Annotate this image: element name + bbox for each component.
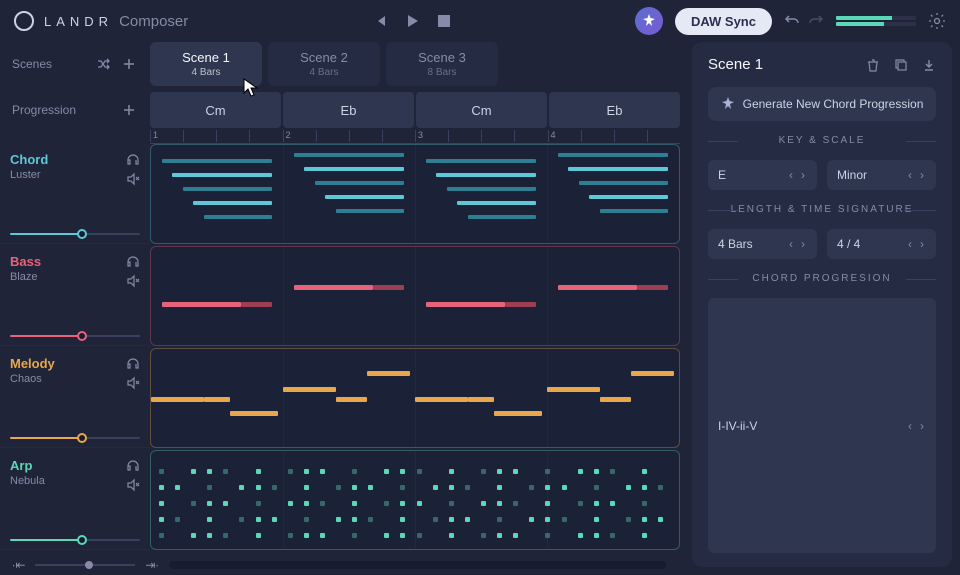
- ai-magic-button[interactable]: [635, 7, 663, 35]
- length-next-icon[interactable]: ›: [799, 237, 807, 251]
- clip-area[interactable]: [150, 348, 680, 448]
- ruler-bar-number: 4: [548, 130, 556, 142]
- timesig-next-icon[interactable]: ›: [918, 237, 926, 251]
- track-row: Chord Luster: [0, 144, 688, 244]
- output-meter: [836, 16, 916, 26]
- scene-bars: 8 Bars: [428, 67, 457, 78]
- section-key-scale: KEY & SCALE: [708, 135, 936, 146]
- prev-icon[interactable]: [371, 12, 389, 30]
- timesig-prev-icon[interactable]: ‹: [906, 237, 914, 251]
- track-row: Bass Blaze: [0, 246, 688, 346]
- h-zoom-out-icon[interactable]: ∙⇤: [12, 558, 25, 572]
- scene-name: Scene 3: [418, 50, 466, 65]
- track-row: Arp Nebula: [0, 450, 688, 550]
- key-value: E: [718, 168, 726, 182]
- volume-slider[interactable]: [10, 233, 140, 235]
- ruler-bar-number: 3: [415, 130, 423, 142]
- ruler-bar-number: 2: [283, 130, 291, 142]
- duplicate-icon[interactable]: [894, 58, 908, 72]
- track-preset: Chaos: [10, 373, 55, 385]
- scale-prev-icon[interactable]: ‹: [906, 168, 914, 182]
- chord-cell[interactable]: Cm: [416, 92, 547, 128]
- mute-icon[interactable]: [126, 376, 140, 390]
- inspector-title: Scene 1: [708, 56, 763, 73]
- mute-icon[interactable]: [126, 478, 140, 492]
- h-zoom-in-icon[interactable]: ⇥∙: [145, 558, 158, 572]
- timesig-value: 4 / 4: [837, 237, 860, 251]
- horizontal-scrollbar[interactable]: [169, 561, 666, 569]
- key-selector[interactable]: E ‹ ›: [708, 160, 817, 190]
- length-prev-icon[interactable]: ‹: [787, 237, 795, 251]
- redo-icon[interactable]: [808, 13, 824, 29]
- brand-name: LANDR: [44, 14, 113, 29]
- track-name: Bass: [10, 254, 41, 269]
- scale-value: Minor: [837, 168, 867, 182]
- track-name: Chord: [10, 152, 48, 167]
- mute-icon[interactable]: [126, 172, 140, 186]
- scale-next-icon[interactable]: ›: [918, 168, 926, 182]
- export-icon[interactable]: [922, 58, 936, 72]
- daw-sync-button[interactable]: DAW Sync: [675, 8, 772, 35]
- scene-name: Scene 2: [300, 50, 348, 65]
- clip-area[interactable]: [150, 450, 680, 550]
- generate-progression-label: Generate New Chord Progression: [743, 97, 924, 111]
- add-scene-icon[interactable]: [120, 55, 138, 73]
- prog-prev-icon[interactable]: ‹: [906, 419, 914, 433]
- headphones-icon[interactable]: [126, 356, 140, 370]
- clip-area[interactable]: [150, 144, 680, 244]
- headphones-icon[interactable]: [126, 254, 140, 268]
- key-prev-icon[interactable]: ‹: [787, 168, 795, 182]
- track-preset: Luster: [10, 169, 48, 181]
- settings-icon[interactable]: [928, 12, 946, 30]
- play-icon[interactable]: [403, 12, 421, 30]
- scene-tab[interactable]: Scene 2 4 Bars: [268, 42, 380, 86]
- shuffle-scenes-icon[interactable]: [96, 57, 110, 71]
- progression-selector[interactable]: I-IV-ii-V ‹ ›: [708, 298, 936, 553]
- scene-bars: 4 Bars: [310, 67, 339, 78]
- clip-area[interactable]: [150, 246, 680, 346]
- progression-value: I-IV-ii-V: [718, 419, 757, 433]
- scenes-label: Scenes: [12, 57, 52, 71]
- logo-icon: [14, 11, 34, 31]
- stop-icon[interactable]: [435, 12, 453, 30]
- delete-icon[interactable]: [866, 58, 880, 72]
- track-name: Arp: [10, 458, 45, 473]
- timesig-selector[interactable]: 4 / 4 ‹ ›: [827, 229, 936, 259]
- volume-slider[interactable]: [10, 335, 140, 337]
- volume-slider[interactable]: [10, 539, 140, 541]
- length-value: 4 Bars: [718, 237, 753, 251]
- scale-selector[interactable]: Minor ‹ ›: [827, 160, 936, 190]
- section-length: LENGTH & TIME SIGNATURE: [708, 204, 936, 215]
- track-preset: Blaze: [10, 271, 41, 283]
- scene-name: Scene 1: [182, 50, 230, 65]
- track-row: Melody Chaos: [0, 348, 688, 448]
- chord-cell[interactable]: Eb: [283, 92, 414, 128]
- track-name: Melody: [10, 356, 55, 371]
- ruler-bar-number: 1: [150, 130, 158, 142]
- generate-progression-button[interactable]: Generate New Chord Progression: [708, 87, 936, 121]
- key-next-icon[interactable]: ›: [799, 168, 807, 182]
- mute-icon[interactable]: [126, 274, 140, 288]
- undo-icon[interactable]: [784, 13, 800, 29]
- section-progression: CHORD PROGRESION: [708, 273, 936, 284]
- chord-cell[interactable]: Cm: [150, 92, 281, 128]
- app-subtitle: Composer: [119, 13, 188, 30]
- track-preset: Nebula: [10, 475, 45, 487]
- zoom-slider[interactable]: [35, 564, 135, 566]
- prog-next-icon[interactable]: ›: [918, 419, 926, 433]
- chord-cell[interactable]: Eb: [549, 92, 680, 128]
- length-selector[interactable]: 4 Bars ‹ ›: [708, 229, 817, 259]
- add-chord-icon[interactable]: [120, 101, 138, 119]
- scene-bars: 4 Bars: [192, 67, 221, 78]
- headphones-icon[interactable]: [126, 458, 140, 472]
- volume-slider[interactable]: [10, 437, 140, 439]
- scene-tab[interactable]: Scene 3 8 Bars: [386, 42, 498, 86]
- scene-tab[interactable]: Scene 1 4 Bars: [150, 42, 262, 86]
- headphones-icon[interactable]: [126, 152, 140, 166]
- progression-label: Progression: [12, 103, 76, 117]
